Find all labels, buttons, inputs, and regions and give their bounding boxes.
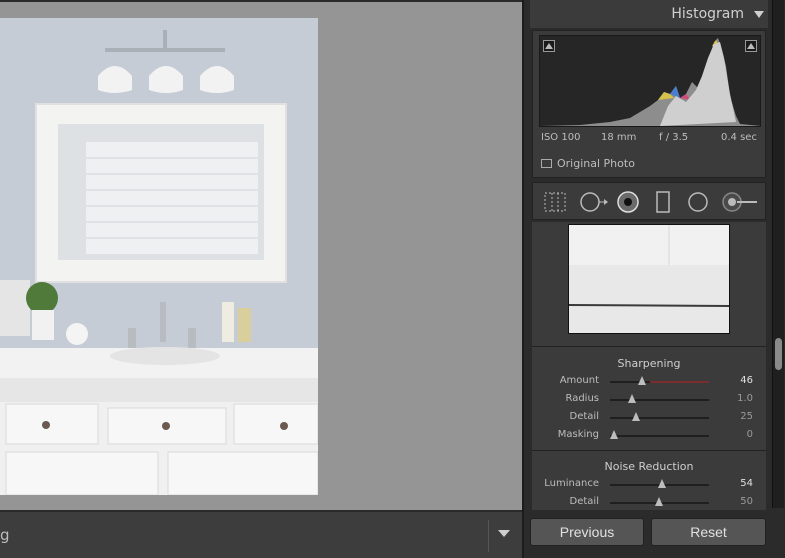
photo-preview[interactable]: [0, 18, 318, 495]
slider-thumb[interactable]: [638, 376, 646, 385]
slider-thumb[interactable]: [610, 430, 618, 439]
highlight-clipping-icon[interactable]: [745, 40, 757, 52]
develop-right-panel: Histogram ISO 100 18 mm f / 3.5 0.4 sec …: [522, 0, 785, 558]
noise-reduction-title: Noise Reduction: [604, 460, 694, 473]
focal-length: 18 mm: [601, 132, 637, 143]
slider-track[interactable]: [610, 381, 709, 383]
shutter-speed: 0.4 sec: [721, 132, 757, 143]
slider-label: Detail: [569, 496, 599, 507]
noise-detail-row[interactable]: Detail 50: [532, 494, 766, 512]
sharpening-detail-row[interactable]: Detail 25: [532, 409, 766, 427]
slider-value[interactable]: 50: [740, 496, 753, 507]
detail-preview-image: [569, 225, 729, 333]
slider-track[interactable]: [610, 399, 709, 401]
sharpening-masking-row[interactable]: Masking 0: [532, 427, 766, 445]
histogram-title: Histogram: [671, 6, 744, 22]
toolbar-divider: [488, 520, 489, 552]
slider-label: Luminance: [544, 478, 599, 489]
adjustment-brush-icon[interactable]: [721, 191, 761, 213]
bottom-toolbar: g: [0, 510, 522, 558]
slider-track[interactable]: [610, 435, 709, 437]
section-divider: [532, 346, 766, 347]
image-canvas[interactable]: [0, 0, 522, 510]
detail-zoom-preview[interactable]: [568, 224, 730, 334]
toolbar-dropdown-icon[interactable]: [498, 530, 510, 537]
slider-track[interactable]: [610, 417, 709, 419]
slider-thumb[interactable]: [628, 394, 636, 403]
slider-value[interactable]: 54: [740, 478, 753, 489]
slider-label: Masking: [557, 429, 599, 440]
noise-luminance-row[interactable]: Luminance 54: [532, 476, 766, 494]
panel-scrollbar[interactable]: [772, 0, 784, 508]
iso-value: ISO 100: [541, 132, 581, 143]
toolbar-label: g: [0, 526, 10, 544]
aperture-value: f / 3.5: [659, 132, 689, 143]
graduated-filter-icon[interactable]: [655, 191, 671, 213]
original-photo-checkbox[interactable]: [541, 159, 552, 168]
sharpening-title: Sharpening: [617, 357, 681, 370]
histogram-graph[interactable]: [539, 35, 761, 127]
slider-value[interactable]: 1.0: [737, 393, 753, 404]
tool-strip: [532, 182, 766, 220]
histogram-header[interactable]: Histogram: [530, 0, 768, 28]
shadow-clipping-icon[interactable]: [543, 40, 555, 52]
slider-thumb[interactable]: [658, 479, 666, 488]
sharpening-radius-row[interactable]: Radius 1.0: [532, 391, 766, 409]
slider-label: Detail: [569, 411, 599, 422]
slider-label: Radius: [565, 393, 599, 404]
slider-value[interactable]: 25: [740, 411, 753, 422]
slider-value[interactable]: 0: [747, 429, 753, 440]
slider-thumb[interactable]: [655, 497, 663, 506]
collapse-triangle-icon[interactable]: [754, 11, 764, 18]
sharpening-amount-row[interactable]: Amount 46: [532, 373, 766, 391]
previous-button[interactable]: Previous: [530, 518, 644, 546]
histogram-curve: [540, 38, 760, 126]
red-eye-icon[interactable]: [617, 191, 639, 213]
detail-panel: Sharpening Amount 46 Radius 1.0 Detail 2…: [532, 222, 766, 510]
bathroom-photo: [0, 18, 318, 495]
crop-overlay-icon[interactable]: [543, 191, 567, 213]
slider-value[interactable]: 46: [740, 375, 753, 386]
slider-label: Amount: [559, 375, 599, 386]
section-divider: [532, 450, 766, 451]
reset-button[interactable]: Reset: [651, 518, 766, 546]
original-photo-toggle[interactable]: Original Photo: [541, 157, 635, 170]
histogram-panel: ISO 100 18 mm f / 3.5 0.4 sec Original P…: [532, 30, 766, 178]
radial-filter-icon[interactable]: [687, 191, 709, 213]
spot-removal-icon[interactable]: [579, 191, 609, 213]
slider-thumb[interactable]: [632, 412, 640, 421]
scrollbar-thumb[interactable]: [775, 338, 782, 370]
original-photo-label: Original Photo: [557, 157, 635, 170]
